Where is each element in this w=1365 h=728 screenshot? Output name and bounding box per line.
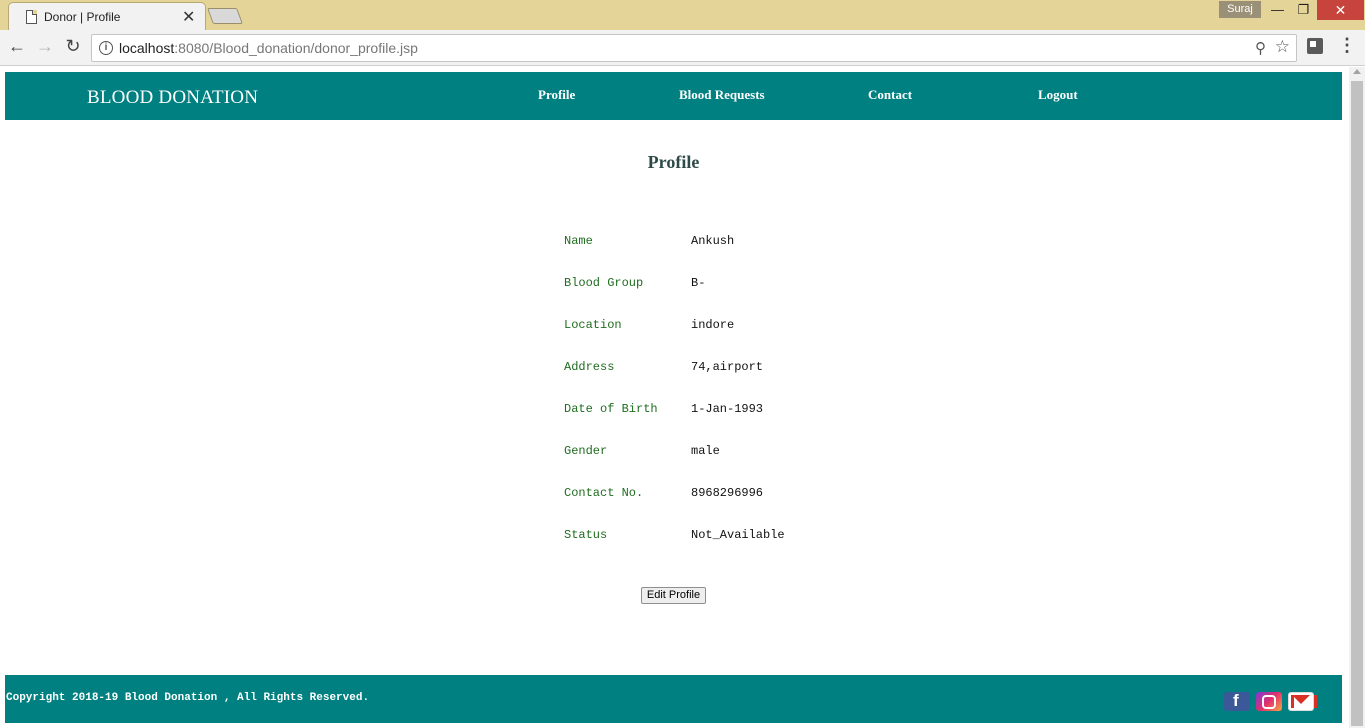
nav-link-profile[interactable]: Profile bbox=[538, 87, 575, 103]
profile-row-address: Address 74,airport bbox=[564, 360, 824, 376]
profile-value: Ankush bbox=[691, 234, 735, 248]
profile-label: Contact No. bbox=[564, 486, 644, 500]
facebook-icon[interactable] bbox=[1224, 691, 1250, 711]
profile-value: B- bbox=[691, 276, 706, 290]
document-icon bbox=[26, 10, 37, 24]
page-title: Profile bbox=[647, 152, 700, 172]
browser-tab[interactable]: Donor | Profile ✕ bbox=[8, 2, 206, 30]
profile-label: Date of Birth bbox=[564, 402, 658, 416]
menu-icon[interactable]: ⋮ bbox=[1338, 35, 1356, 56]
star-icon[interactable]: ☆ bbox=[1275, 37, 1290, 57]
edit-profile-button[interactable]: Edit Profile bbox=[641, 587, 706, 604]
profile-label: Blood Group bbox=[564, 276, 644, 290]
browser-toolbar: ← → ↻ i localhost:8080/Blood_donation/do… bbox=[0, 30, 1365, 66]
tab-close-icon[interactable]: ✕ bbox=[182, 7, 195, 27]
profile-user-badge[interactable]: Suraj bbox=[1219, 1, 1261, 18]
tab-title: Donor | Profile bbox=[44, 10, 121, 24]
nav-link-blood-requests[interactable]: Blood Requests bbox=[679, 87, 765, 103]
scrollbar-thumb[interactable] bbox=[1351, 81, 1363, 726]
nav-link-logout[interactable]: Logout bbox=[1038, 87, 1078, 103]
url-text[interactable]: localhost:8080/Blood_donation/donor_prof… bbox=[119, 40, 418, 56]
copyright-text: Copyright 2018-19 Blood Donation , All R… bbox=[6, 692, 370, 704]
profile-row-blood-group: Blood Group B- bbox=[564, 276, 824, 292]
address-bar[interactable]: i localhost:8080/Blood_donation/donor_pr… bbox=[91, 34, 1297, 62]
forward-arrow-icon[interactable]: → bbox=[33, 36, 57, 57]
profile-label: Location bbox=[564, 318, 622, 332]
gmail-icon[interactable] bbox=[1288, 692, 1317, 711]
profile-row-location: Location indore bbox=[564, 318, 824, 334]
nav-link-contact[interactable]: Contact bbox=[868, 87, 912, 103]
site-footer: Copyright 2018-19 Blood Donation , All R… bbox=[5, 675, 1342, 723]
profile-value: 1-Jan-1993 bbox=[691, 402, 764, 416]
new-tab-button[interactable] bbox=[207, 8, 243, 24]
scroll-up-arrow-icon[interactable] bbox=[1353, 69, 1361, 74]
profile-row-name: Name Ankush bbox=[564, 234, 824, 250]
profile-value: Not_Available bbox=[691, 528, 785, 542]
page-scrollbar[interactable] bbox=[1349, 67, 1365, 728]
profile-value: indore bbox=[691, 318, 735, 332]
browser-titlebar: Donor | Profile ✕ Suraj — ❐ ✕ bbox=[0, 0, 1365, 30]
maximize-icon[interactable]: ❐ bbox=[1290, 0, 1317, 20]
back-arrow-icon[interactable]: ← bbox=[5, 36, 29, 57]
site-brand[interactable]: BLOOD DONATION bbox=[87, 87, 258, 109]
profile-row-contact-no: Contact No. 8968296996 bbox=[564, 486, 824, 502]
profile-value: 74,airport bbox=[691, 360, 764, 374]
profile-label: Status bbox=[564, 528, 608, 542]
profile-value: male bbox=[691, 444, 720, 458]
instagram-icon[interactable] bbox=[1256, 692, 1282, 711]
profile-label: Gender bbox=[564, 444, 608, 458]
profile-label: Name bbox=[564, 234, 593, 248]
profile-row-date-of-birth: Date of Birth 1-Jan-1993 bbox=[564, 402, 824, 418]
profile-label: Address bbox=[564, 360, 615, 374]
reload-icon[interactable]: ↻ bbox=[61, 36, 85, 57]
site-header: BLOOD DONATION Profile Blood Requests Co… bbox=[5, 72, 1342, 120]
profile-row-gender: Gender male bbox=[564, 444, 824, 460]
window-close-icon[interactable]: ✕ bbox=[1317, 0, 1364, 20]
minimize-icon[interactable]: — bbox=[1264, 0, 1291, 20]
zoom-icon[interactable]: ⚲ bbox=[1255, 39, 1266, 57]
profile-value: 8968296996 bbox=[691, 486, 764, 500]
profile-row-status: Status Not_Available bbox=[564, 528, 824, 544]
extension-icon[interactable] bbox=[1307, 38, 1323, 54]
info-icon[interactable]: i bbox=[99, 41, 113, 55]
